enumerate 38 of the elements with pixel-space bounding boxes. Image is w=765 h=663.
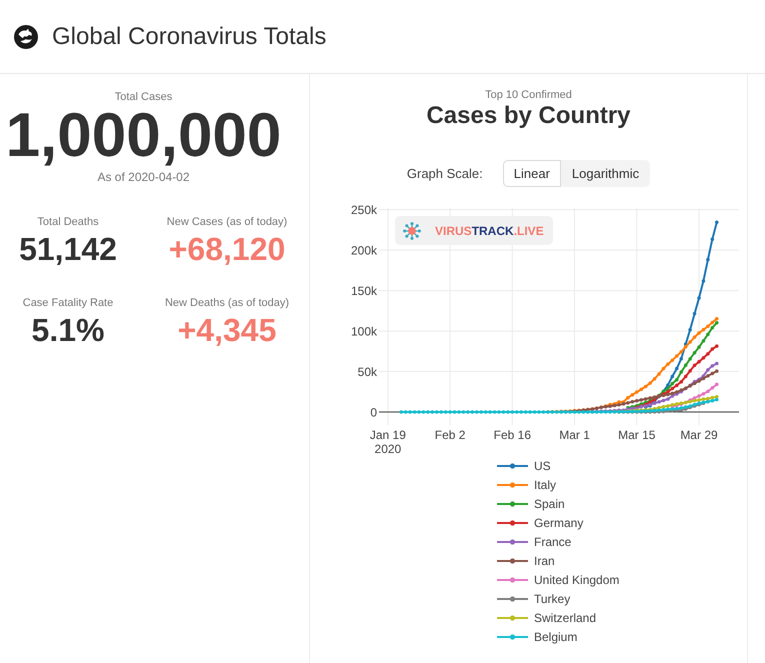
stat-value: 51,142 — [19, 233, 117, 265]
y-axis-label: 200k — [350, 243, 377, 258]
stat-value: +68,120 — [168, 233, 286, 265]
legend-label: France — [534, 534, 572, 548]
legend-label: Turkey — [534, 592, 570, 606]
chart-kicker: Top 10 Confirmed — [485, 88, 572, 102]
x-axis-label: Mar 29 — [680, 428, 718, 442]
y-axis-label: 100k — [350, 324, 377, 338]
page-title: Global Coronavirus Totals — [52, 22, 326, 52]
y-axis-label: 150k — [350, 284, 377, 298]
legend-label: Iran — [534, 554, 555, 568]
x-axis-label: Jan 19 2020 — [370, 428, 406, 456]
stat-label: Case Fatality Rate — [22, 296, 114, 310]
total-cases-value: 1,000,000 — [6, 105, 282, 167]
legend-label: Belgium — [534, 630, 578, 644]
y-axis-label: 50k — [358, 364, 377, 379]
y-axis-label: 250k — [350, 202, 377, 217]
stat-label: Total Deaths — [37, 215, 99, 229]
total-cases-label: Total Cases — [114, 90, 172, 104]
scale-label: Graph Scale: — [406, 166, 483, 182]
stat-value: +4,345 — [178, 314, 276, 346]
legend-label: Switzerland — [534, 610, 596, 624]
x-axis-label: Feb 16 — [494, 428, 532, 442]
x-axis-label: Feb 2 — [434, 428, 466, 442]
x-axis-label: Mar 15 — [618, 428, 656, 442]
y-axis-label: 0 — [370, 405, 377, 420]
legend-label: US — [534, 458, 551, 472]
legend-label: Spain — [534, 496, 565, 510]
x-axis-label: Mar 1 — [559, 428, 590, 442]
legend-label: Italy — [534, 478, 556, 492]
stat-label: New Deaths (as of today) — [164, 296, 290, 310]
logo-text: VIRUSTRACK.LIVE — [435, 224, 544, 238]
legend-label: Germany — [534, 516, 584, 530]
stat-value: 5.1% — [32, 314, 104, 346]
stat-label: New Cases (as of today) — [166, 215, 288, 229]
legend-label: United Kingdom — [534, 572, 620, 586]
as-of-date: As of 2020-04-02 — [97, 169, 190, 185]
chart-title: Cases by Country — [426, 104, 631, 128]
